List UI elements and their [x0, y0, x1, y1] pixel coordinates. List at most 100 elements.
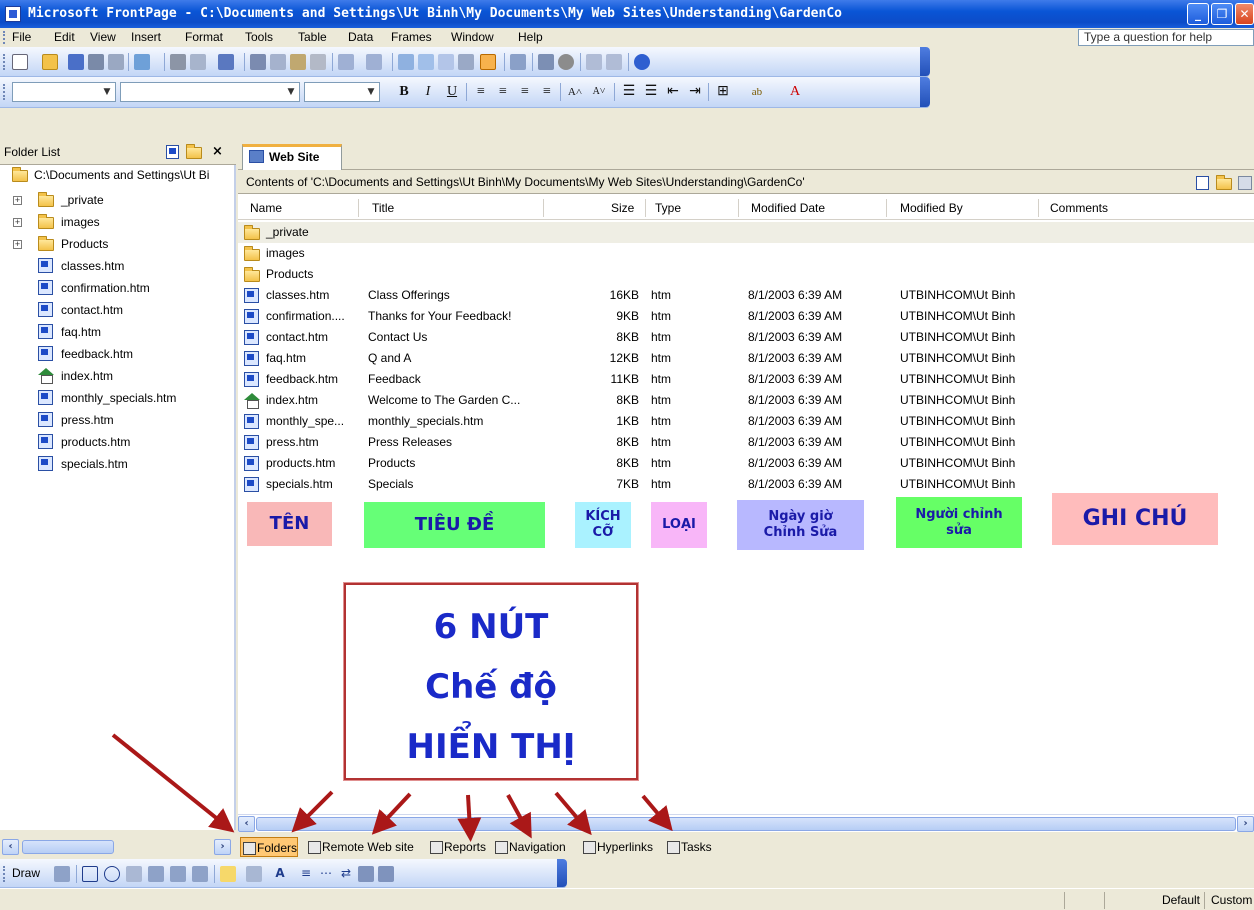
column-type[interactable]: Type: [655, 201, 681, 215]
column-modified-by[interactable]: Modified By: [900, 201, 963, 215]
table-row[interactable]: images: [238, 243, 1254, 264]
drawing-icon[interactable]: [480, 54, 496, 70]
menu-edit[interactable]: Edit: [54, 30, 75, 44]
dash-style-icon[interactable]: ⋯: [318, 866, 334, 882]
print-preview-icon[interactable]: [190, 54, 206, 70]
table-row[interactable]: confirmation.... Thanks for Your Feedback…: [238, 306, 1254, 327]
clip-art-icon[interactable]: [170, 866, 186, 882]
new-page-icon[interactable]: [12, 54, 28, 70]
text-box-icon[interactable]: [126, 866, 142, 882]
menu-tools[interactable]: Tools: [245, 30, 273, 44]
insert-table-icon[interactable]: [418, 54, 434, 70]
borders-icon[interactable]: ⊞: [714, 83, 732, 101]
copy-icon[interactable]: [270, 54, 286, 70]
menubar-grip[interactable]: [3, 31, 6, 44]
decrease-font-icon[interactable]: A˅: [590, 83, 608, 101]
insert-layer-icon[interactable]: [438, 54, 454, 70]
table-row[interactable]: feedback.htm Feedback 11KB htm 8/1/2003 6:39…: [238, 369, 1254, 390]
column-comments[interactable]: Comments: [1050, 201, 1108, 215]
view-hyperlinks-button[interactable]: Hyperlinks: [581, 837, 653, 857]
help-search-input[interactable]: Type a question for help: [1078, 29, 1254, 46]
underline-button[interactable]: U: [443, 83, 461, 101]
table-row[interactable]: Products: [238, 264, 1254, 285]
toolbar-grip[interactable]: [3, 84, 6, 100]
column-divider[interactable]: [1038, 199, 1039, 217]
expand-icon[interactable]: +: [13, 218, 22, 227]
scrollbar-thumb[interactable]: [22, 840, 114, 854]
new-folder-icon[interactable]: [186, 144, 202, 159]
paste-icon[interactable]: [290, 54, 306, 70]
increase-font-icon[interactable]: A˄: [566, 83, 584, 101]
decrease-indent-icon[interactable]: ⇤: [664, 83, 682, 101]
scroll-left-button[interactable]: ‹: [2, 839, 19, 855]
menu-data[interactable]: Data: [348, 30, 373, 44]
scroll-right-button[interactable]: ›: [1237, 816, 1254, 832]
rectangle-icon[interactable]: [82, 866, 98, 882]
shadow-style-icon[interactable]: [358, 866, 374, 882]
view-tasks-button[interactable]: Tasks: [665, 837, 712, 857]
undo-icon[interactable]: [338, 54, 354, 70]
view-remote-web-site-button[interactable]: Remote Web site: [306, 837, 414, 857]
3d-style-icon[interactable]: [378, 866, 394, 882]
table-row[interactable]: classes.htm Class Offerings 16KB htm 8/1/200…: [238, 285, 1254, 306]
column-divider[interactable]: [645, 199, 646, 217]
oval-icon[interactable]: [104, 866, 120, 882]
menu-table[interactable]: Table: [298, 30, 327, 44]
show-all-icon[interactable]: [586, 54, 602, 70]
file-list-horizontal-scrollbar[interactable]: ‹ ›: [238, 814, 1254, 832]
hyperlink-icon[interactable]: [510, 54, 526, 70]
frontpage-app-icon[interactable]: [5, 6, 21, 22]
table-row[interactable]: specials.htm Specials 7KB htm 8/1/2003 6:39 …: [238, 474, 1254, 495]
arrow-style-icon[interactable]: ⇄: [338, 866, 354, 882]
table-row[interactable]: _private: [238, 222, 1254, 243]
toolbar-options-icon[interactable]: [557, 859, 567, 887]
bold-button[interactable]: B: [395, 83, 413, 101]
wordart-icon[interactable]: [148, 866, 164, 882]
font-size-dropdown[interactable]: ▼: [304, 82, 380, 102]
scroll-left-button[interactable]: ‹: [238, 816, 255, 832]
view-navigation-button[interactable]: Navigation: [493, 837, 566, 857]
menu-frames[interactable]: Frames: [391, 30, 432, 44]
view-folders-button[interactable]: Folders: [240, 837, 299, 857]
column-divider[interactable]: [358, 199, 359, 217]
web-component-icon[interactable]: [398, 54, 414, 70]
close-icon[interactable]: ×: [212, 144, 223, 159]
style-dropdown[interactable]: ▼: [12, 82, 116, 102]
status-custom[interactable]: Custom: [1204, 892, 1254, 909]
scroll-right-button[interactable]: ›: [214, 839, 231, 855]
new-folder-icon[interactable]: [1216, 175, 1232, 190]
open-icon[interactable]: [42, 54, 58, 70]
column-name[interactable]: Name: [250, 201, 282, 215]
tab-web-site[interactable]: Web Site: [242, 144, 342, 170]
toolbar-options-icon[interactable]: [920, 77, 930, 107]
print-icon[interactable]: [170, 54, 186, 70]
status-mode[interactable]: Default: [1104, 892, 1204, 909]
up-folder-icon[interactable]: [1238, 176, 1252, 190]
scrollbar-thumb[interactable]: [256, 817, 1236, 831]
align-left-icon[interactable]: ≡: [472, 83, 490, 101]
fill-color-icon[interactable]: [220, 866, 236, 882]
format-painter-icon[interactable]: [310, 54, 326, 70]
column-size[interactable]: Size: [611, 201, 634, 215]
increase-indent-icon[interactable]: ⇥: [686, 83, 704, 101]
table-row[interactable]: index.htm Welcome to The Garden C... 8KB ht…: [238, 390, 1254, 411]
line-style-icon[interactable]: ≡: [298, 866, 314, 882]
toolbar-grip[interactable]: [3, 866, 6, 882]
refresh-icon[interactable]: [538, 54, 554, 70]
numbering-icon[interactable]: ☰: [620, 83, 638, 101]
italic-button[interactable]: I: [419, 83, 437, 101]
menu-view[interactable]: View: [90, 30, 116, 44]
highlight-icon[interactable]: ab: [748, 83, 766, 101]
cut-icon[interactable]: [250, 54, 266, 70]
view-reports-button[interactable]: Reports: [428, 837, 486, 857]
table-row[interactable]: contact.htm Contact Us 8KB htm 8/1/2003 6:39…: [238, 327, 1254, 348]
font-dropdown[interactable]: ▼: [120, 82, 300, 102]
new-page-icon[interactable]: [1196, 176, 1209, 190]
table-row[interactable]: press.htm Press Releases 8KB htm 8/1/2003 6:…: [238, 432, 1254, 453]
stop-icon[interactable]: [558, 54, 574, 70]
insert-picture-icon[interactable]: [458, 54, 474, 70]
minimize-button[interactable]: _: [1187, 3, 1209, 25]
search-icon[interactable]: [88, 54, 104, 70]
align-center-icon[interactable]: ≡: [494, 83, 512, 101]
insert-picture-icon[interactable]: [192, 866, 208, 882]
